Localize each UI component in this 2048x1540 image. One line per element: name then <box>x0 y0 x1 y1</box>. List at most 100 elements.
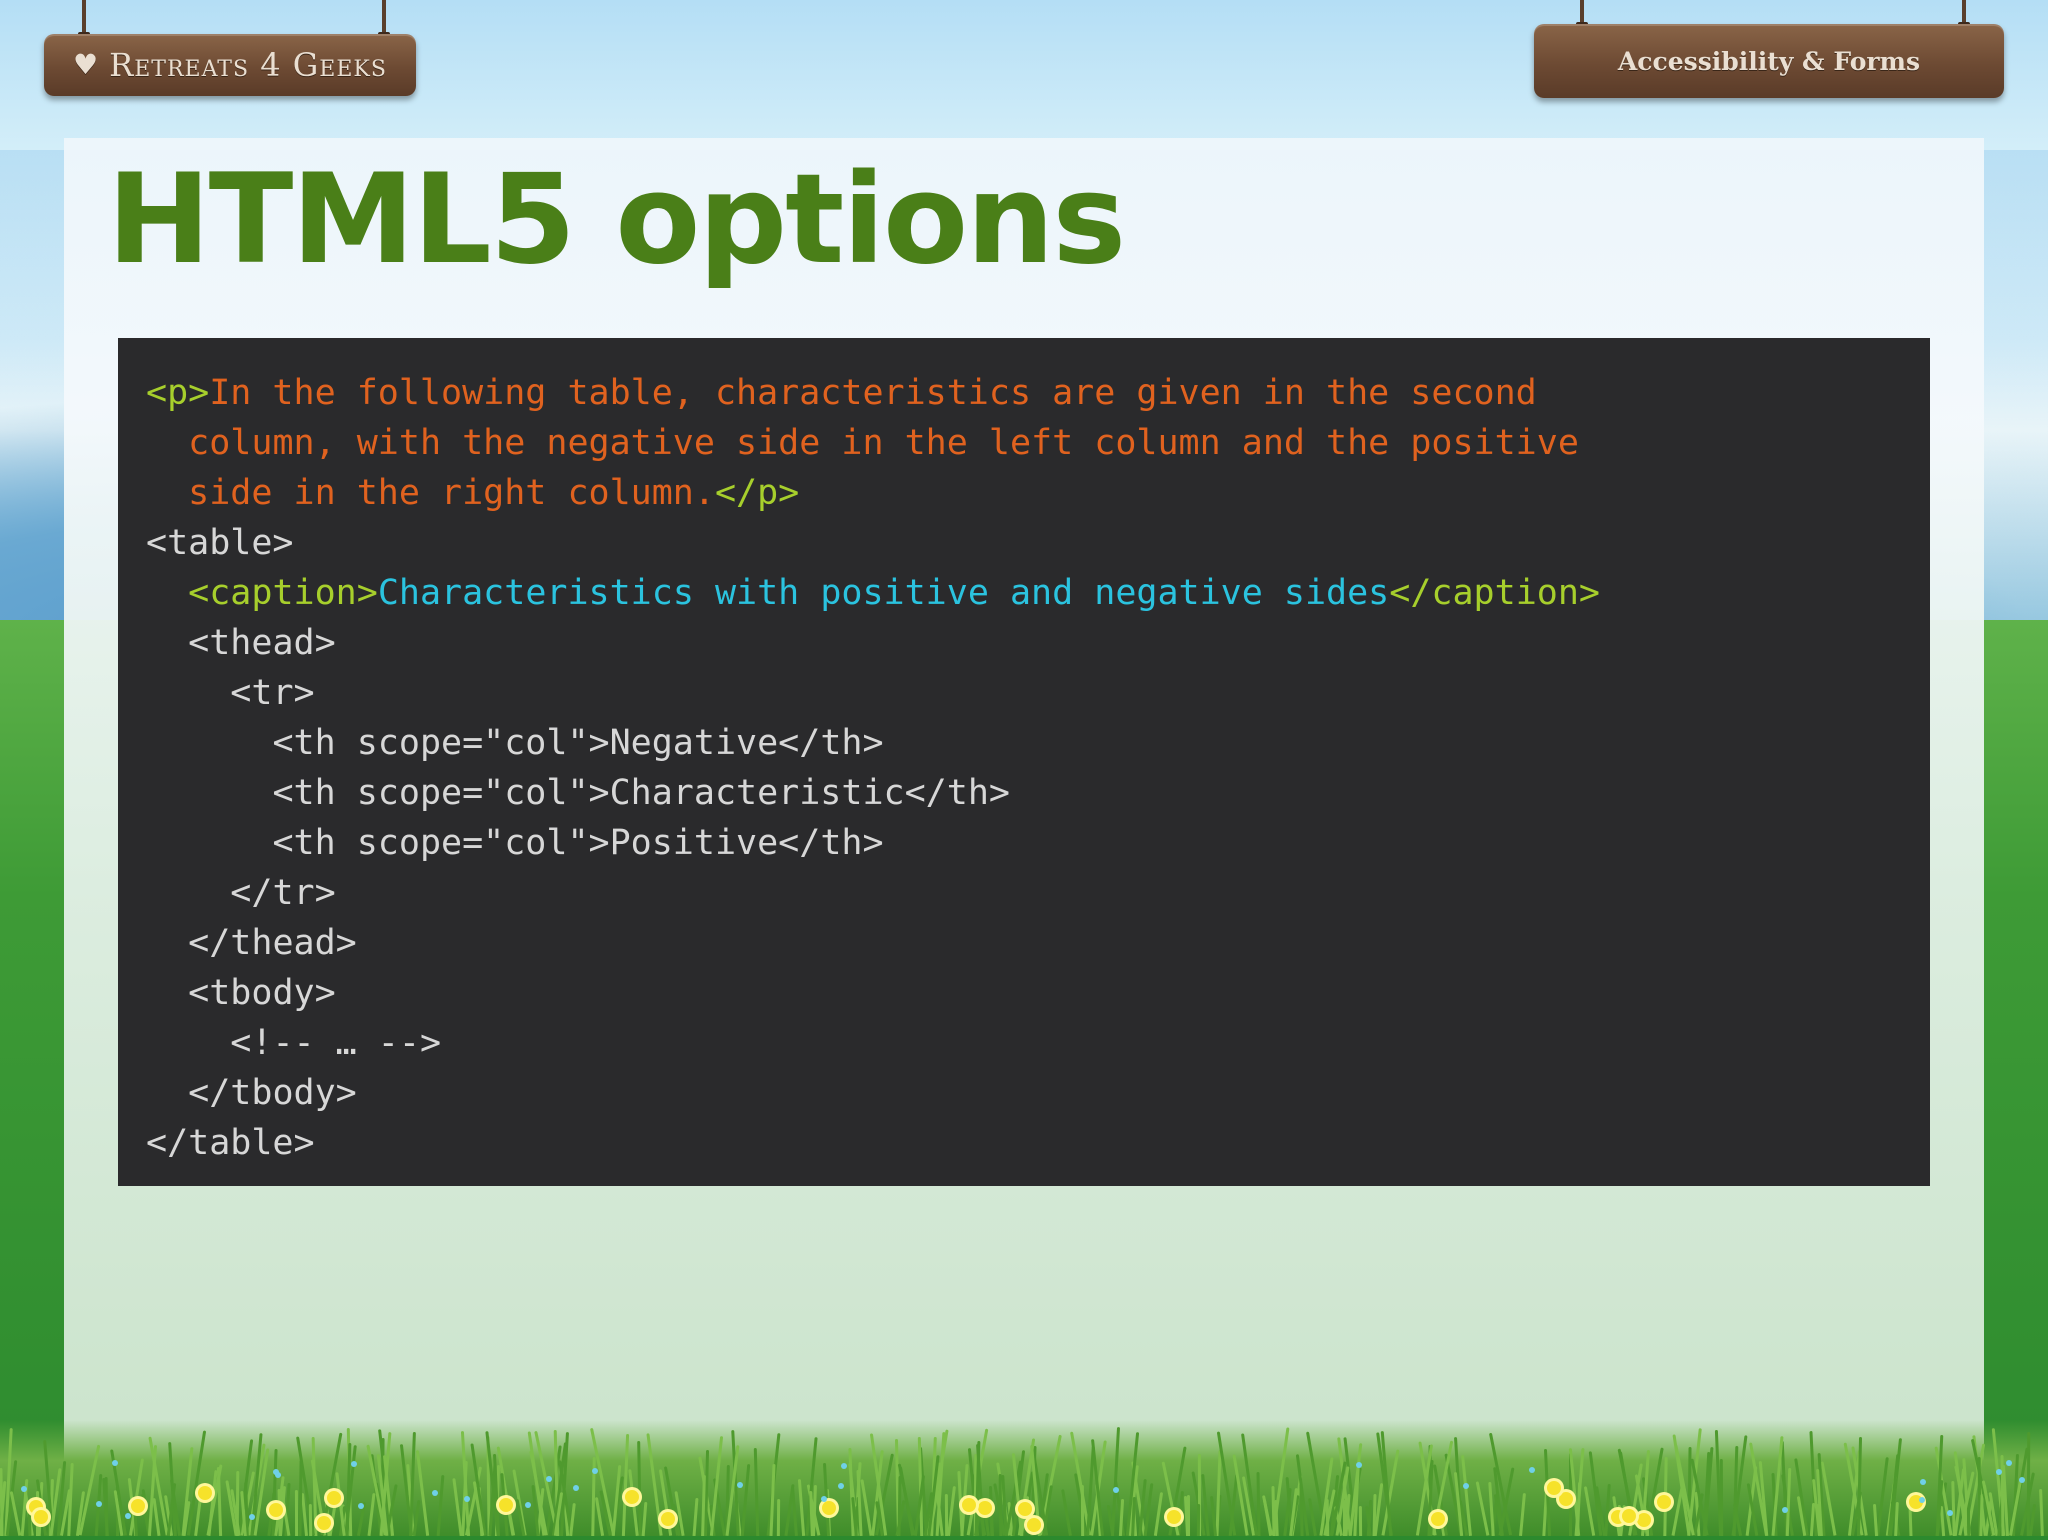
grass-decoration <box>0 1420 2048 1537</box>
flower-icon <box>661 1512 675 1526</box>
code-token: <thead> <box>188 623 336 663</box>
blue-flower-dot <box>821 1496 827 1502</box>
code-line-13: <tbody> <box>146 968 1902 1018</box>
blue-flower-dot <box>432 1490 438 1496</box>
code-line-8: <th scope="col">Negative</th> <box>146 718 1902 768</box>
blue-flower-dot <box>1919 1497 1925 1503</box>
flower-icon <box>978 1501 992 1515</box>
grass-blade <box>776 1498 781 1537</box>
grass-blade <box>452 1478 463 1536</box>
code-token: Characteristics with positive and negati… <box>377 573 1390 613</box>
code-token: <th scope="col"> <box>272 723 610 763</box>
code-token: <th scope="col"> <box>272 823 610 863</box>
grass-blade <box>769 1463 776 1537</box>
code-token: Negative <box>609 723 779 763</box>
sign-rope-right-b <box>1958 0 1970 30</box>
grass-blade <box>1080 1484 1085 1537</box>
grass-blade <box>797 1478 806 1537</box>
code-line-12: </thead> <box>146 918 1902 968</box>
code-token: <th scope="col"> <box>272 773 610 813</box>
code-line-11: </tr> <box>146 868 1902 918</box>
grass-blade <box>1196 1503 1201 1537</box>
code-token: In the following table, characteristics … <box>209 373 1537 413</box>
grass-blade <box>412 1499 421 1537</box>
grass-blade <box>1604 1483 1611 1537</box>
flower-icon <box>1657 1495 1671 1509</box>
code-line-14: <!-- … --> <box>146 1018 1902 1068</box>
code-line-16: </table> <box>146 1118 1902 1168</box>
logo-text: Retreats 4 Geeks <box>109 46 387 84</box>
code-line-2: column, with the negative side in the le… <box>146 418 1902 468</box>
blue-flower-dot <box>1947 1510 1953 1516</box>
code-token: <table> <box>146 523 294 563</box>
flower-icon <box>1018 1502 1032 1516</box>
code-token: </thead> <box>188 923 357 963</box>
grass-blade <box>1358 1505 1363 1537</box>
blue-flower-dot <box>1996 1469 2002 1475</box>
flower-icon <box>1559 1492 1573 1506</box>
blue-flower-dot <box>351 1461 357 1467</box>
grass-blade <box>1856 1436 1863 1537</box>
grass-blade <box>9 1491 22 1536</box>
code-line-15: </tbody> <box>146 1068 1902 1118</box>
grass-blade <box>569 1502 576 1537</box>
grass-blade <box>415 1450 430 1536</box>
flower-icon <box>198 1486 212 1500</box>
grass-blade <box>1719 1458 1724 1537</box>
grass-blade <box>294 1489 299 1537</box>
code-line-1: <p>In the following table, characteristi… <box>146 368 1902 418</box>
blue-flower-dot <box>249 1514 255 1520</box>
flower-icon <box>1637 1513 1651 1527</box>
grass-blade <box>947 1485 956 1537</box>
flower-icon <box>317 1516 331 1530</box>
grass-blade <box>641 1501 648 1537</box>
grass-blade <box>1475 1481 1490 1536</box>
blue-flower-dot <box>1529 1467 1535 1473</box>
grass-blade <box>1153 1492 1164 1536</box>
code-line-7: <tr> <box>146 668 1902 718</box>
blue-flower-dot <box>125 1513 131 1519</box>
logo-sign: ♥ Retreats 4 Geeks <box>44 34 416 96</box>
grass-blade <box>308 1503 313 1537</box>
code-token: Positive <box>609 823 779 863</box>
code-token: </th> <box>904 773 1010 813</box>
code-token: </p> <box>714 473 800 513</box>
logo: ♥ Retreats 4 Geeks <box>73 46 387 84</box>
blue-flower-dot <box>112 1460 118 1466</box>
grass-blade <box>1519 1492 1526 1537</box>
blue-flower-dot <box>1782 1507 1788 1513</box>
flower-icon <box>327 1491 341 1505</box>
flower-icon <box>269 1503 283 1517</box>
grass-blade <box>1110 1427 1121 1536</box>
grass-blade <box>692 1497 699 1537</box>
flower-icon <box>499 1498 513 1512</box>
code-token: side in the right column. <box>188 473 715 513</box>
grass-blade <box>1256 1471 1261 1537</box>
grass-blade <box>1908 1505 1913 1537</box>
grass-blade <box>235 1470 240 1537</box>
code-line-9: <th scope="col">Characteristic</th> <box>146 768 1902 818</box>
sign-rope-left-a <box>78 0 90 40</box>
code-token: <caption> <box>188 573 378 613</box>
grass-blade <box>637 1440 642 1537</box>
sign-rope-right-a <box>1576 0 1588 30</box>
code-token: </table> <box>146 1123 315 1163</box>
grass-blade <box>436 1474 445 1537</box>
blue-flower-dot <box>838 1483 844 1489</box>
blue-flower-dot <box>1356 1462 1362 1468</box>
grass-blade <box>2026 1431 2031 1537</box>
sign-rope-left-b <box>378 0 390 40</box>
blue-flower-dot <box>21 1486 27 1492</box>
blue-flower-dot <box>1113 1487 1119 1493</box>
blue-flower-dot <box>737 1482 743 1488</box>
grass-blade <box>1308 1497 1317 1537</box>
code-line-4: <table> <box>146 518 1902 568</box>
blue-flower-dot <box>2006 1460 2012 1466</box>
code-token: <p> <box>146 373 210 413</box>
flower-icon <box>34 1510 48 1524</box>
code-token: </tbody> <box>188 1073 357 1113</box>
code-token: <tbody> <box>188 973 336 1013</box>
code-token: </th> <box>778 823 884 863</box>
blue-flower-dot <box>1920 1479 1926 1485</box>
code-block: <p>In the following table, characteristi… <box>118 338 1930 1186</box>
